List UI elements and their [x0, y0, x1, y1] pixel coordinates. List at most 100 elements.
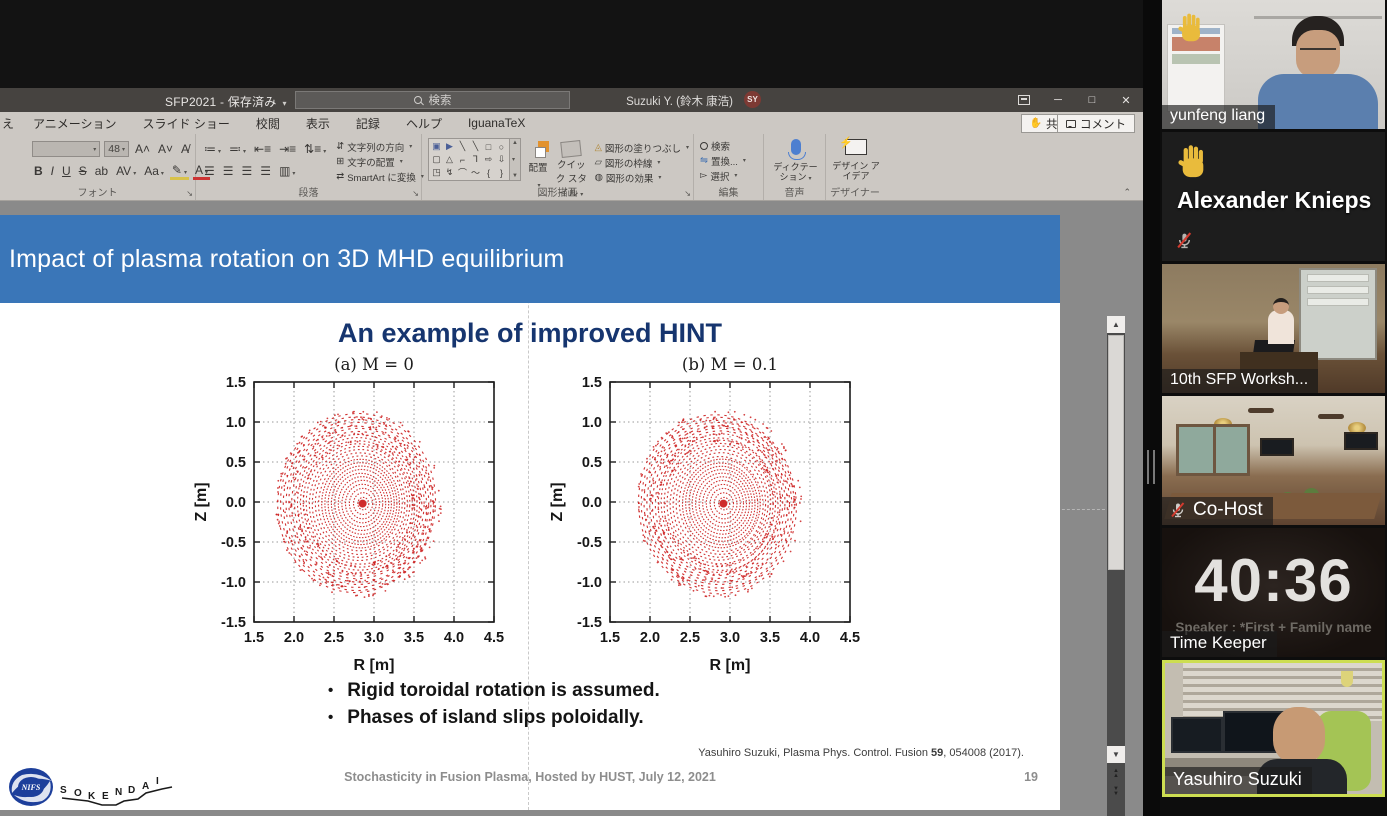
chevron-down-icon: ▾ — [161, 171, 164, 177]
tab-record[interactable]: 記録 — [343, 112, 393, 134]
vertical-scrollbar[interactable]: ▲ ▼ ▲▲ ▼▼ — [1107, 316, 1125, 816]
replace-button[interactable]: ⇋置換...▾ — [700, 153, 759, 168]
select-button[interactable]: ▻選択▾ — [700, 168, 759, 183]
tab-view[interactable]: 表示 — [293, 112, 343, 134]
columns-button[interactable]: ▥▾ — [277, 164, 297, 178]
smartart-icon: ⇄ — [336, 171, 344, 182]
title-dropdown-icon[interactable]: ▾ — [283, 99, 287, 108]
decrease-font-button[interactable]: A˅ — [156, 142, 175, 156]
font-dialog-launcher[interactable]: ↘ — [186, 189, 193, 198]
shape-rect-icon[interactable]: □ — [482, 140, 495, 153]
numbering-button[interactable]: ≕▾ — [227, 142, 248, 156]
shape-outline-button[interactable]: ▱図形の枠線▾ — [595, 155, 689, 170]
shape-elbow-icon[interactable]: ⌐ — [456, 153, 469, 166]
svg-text:-1.0: -1.0 — [577, 575, 602, 591]
justify-button[interactable]: ☰ — [258, 164, 273, 178]
shape-textbox-icon[interactable]: ▣ — [430, 140, 443, 153]
bullets-button[interactable]: ≔▾ — [202, 142, 223, 156]
highlight-color-button[interactable]: ✎▾ — [170, 163, 189, 180]
shape-arrow-right-icon[interactable]: ⇨ — [482, 153, 495, 166]
tab-iguanatex[interactable]: IguanaTeX — [455, 112, 538, 134]
strikethrough-button[interactable]: S — [77, 164, 89, 178]
increase-font-button[interactable]: A˄ — [133, 142, 152, 156]
italic-button[interactable]: I — [49, 164, 56, 178]
shape-arrow-icon[interactable]: ╲ — [469, 140, 482, 153]
participant-name: Yasuhiro Suzuki — [1165, 767, 1312, 794]
ribbon-display-icon — [1018, 95, 1030, 105]
shape-arc-icon[interactable]: ⌒ — [456, 166, 469, 179]
dictation-button[interactable]: ディクテーション▾ — [770, 139, 821, 184]
shape-freeform-icon[interactable]: 〜 — [469, 166, 482, 179]
shape-fill-button[interactable]: ◬図形の塗りつぶし▾ — [595, 140, 689, 155]
shape-triangle-icon[interactable]: △ — [443, 153, 456, 166]
next-slide-button[interactable]: ▼▼ — [1107, 784, 1125, 800]
text-direction-button[interactable]: ⇵文字列の方向▾ — [336, 139, 424, 154]
drawing-dialog-launcher[interactable]: ↘ — [684, 189, 691, 198]
search-box[interactable]: 検索 — [295, 91, 570, 109]
underline-button[interactable]: U — [60, 164, 73, 178]
maximize-button[interactable]: □ — [1075, 88, 1109, 112]
character-spacing-button[interactable]: AV▾ — [114, 164, 138, 178]
account-avatar[interactable]: SY — [744, 91, 761, 108]
shape-roundrect-icon[interactable]: ▢ — [430, 153, 443, 166]
video-tile-time-keeper[interactable]: 40:36 Speaker : *First + Family name Tim… — [1162, 528, 1385, 657]
shape-arrow-down-icon[interactable]: ⇩ — [495, 153, 508, 166]
account-name[interactable]: Suzuki Y. (鈴木 康浩) — [626, 93, 733, 109]
video-tile-yasuhiro-suzuki[interactable]: Yasuhiro Suzuki — [1162, 660, 1385, 797]
scroll-down-button[interactable]: ▼ — [1107, 746, 1125, 763]
tab-slideshow[interactable]: スライド ショー — [130, 112, 243, 134]
previous-slide-button[interactable]: ▲▲ — [1107, 766, 1125, 782]
align-text-button[interactable]: ⊞文字の配置▾ — [336, 154, 424, 169]
bold-button[interactable]: B — [32, 164, 45, 178]
minimize-button[interactable]: ─ — [1041, 88, 1075, 112]
comments-button[interactable]: コメント — [1057, 114, 1135, 133]
svg-text:2.0: 2.0 — [284, 630, 304, 646]
line-spacing-button[interactable]: ⇅≡▾ — [302, 142, 328, 156]
shape-brace-right-icon[interactable]: } — [495, 166, 508, 179]
ribbon-display-options-button[interactable] — [1007, 88, 1041, 112]
shape-line-icon[interactable]: ╲ — [456, 140, 469, 153]
align-left-button[interactable]: ☰ — [202, 164, 217, 178]
text-direction-label: 文字列の方向 — [347, 140, 404, 154]
svg-text:0.5: 0.5 — [226, 455, 246, 471]
shape-oval-icon[interactable]: ○ — [495, 140, 508, 153]
shape-effects-button[interactable]: ◍図形の効果▾ — [595, 170, 689, 185]
video-tile-co-host[interactable]: Co-Host — [1162, 396, 1385, 525]
decrease-indent-button[interactable]: ⇤≡ — [252, 142, 273, 156]
paragraph-dialog-launcher[interactable]: ↘ — [412, 189, 419, 198]
close-button[interactable]: ✕ — [1109, 88, 1143, 112]
tab-animations[interactable]: アニメーション — [20, 112, 130, 134]
shapes-gallery-scroll[interactable]: ▲▾▼ — [510, 138, 521, 181]
collapse-ribbon-button[interactable]: ⌃ — [1123, 187, 1131, 198]
font-size-combo[interactable]: 48▾ — [104, 141, 129, 157]
align-center-button[interactable]: ☰ — [221, 164, 236, 178]
shape-media-icon[interactable]: ▶ — [443, 140, 456, 153]
divider-drag-handle[interactable] — [1147, 450, 1155, 484]
shapes-gallery[interactable]: ▣▶╲╲□○ ▢△⌐Ꞁ⇨⇩ ◳↯⌒〜{} — [428, 138, 510, 181]
shape-callout-icon[interactable]: ◳ — [430, 166, 443, 179]
scrollbar-thumb[interactable] — [1108, 335, 1124, 570]
timer-display: 40:36 — [1162, 546, 1385, 615]
convert-smartart-button[interactable]: ⇄SmartArt に変換▾ — [336, 169, 424, 184]
shape-curve-icon[interactable]: Ꞁ — [469, 153, 482, 166]
tab-transitions-clipped[interactable]: え — [0, 112, 20, 134]
svg-text:N: N — [115, 787, 122, 798]
clear-formatting-button[interactable]: A̸ — [179, 142, 191, 156]
change-case-button[interactable]: Aa▾ — [142, 164, 166, 178]
design-ideas-button[interactable]: デザイン アイデア — [832, 139, 880, 181]
shape-brace-left-icon[interactable]: { — [482, 166, 495, 179]
video-tile-yunfeng-liang[interactable]: yunfeng liang — [1162, 0, 1385, 129]
shape-scribble-icon[interactable]: ↯ — [443, 166, 456, 179]
panel-divider — [1143, 0, 1160, 816]
align-right-button[interactable]: ☰ — [240, 164, 255, 178]
font-name-combo[interactable]: ▾ — [32, 141, 100, 157]
tab-help[interactable]: ヘルプ — [393, 112, 455, 134]
video-tile-sfp-workshop[interactable]: 10th SFP Worksh... — [1162, 264, 1385, 393]
find-button[interactable]: 検索 — [700, 138, 759, 153]
scroll-up-button[interactable]: ▲ — [1107, 316, 1125, 333]
video-tile-alexander-knieps[interactable]: Alexander Knieps — [1162, 132, 1385, 261]
tab-review[interactable]: 校閲 — [243, 112, 293, 134]
increase-indent-button[interactable]: ⇥≡ — [277, 142, 298, 156]
text-shadow-button[interactable]: ab — [93, 164, 110, 178]
select-icon: ▻ — [700, 170, 707, 181]
